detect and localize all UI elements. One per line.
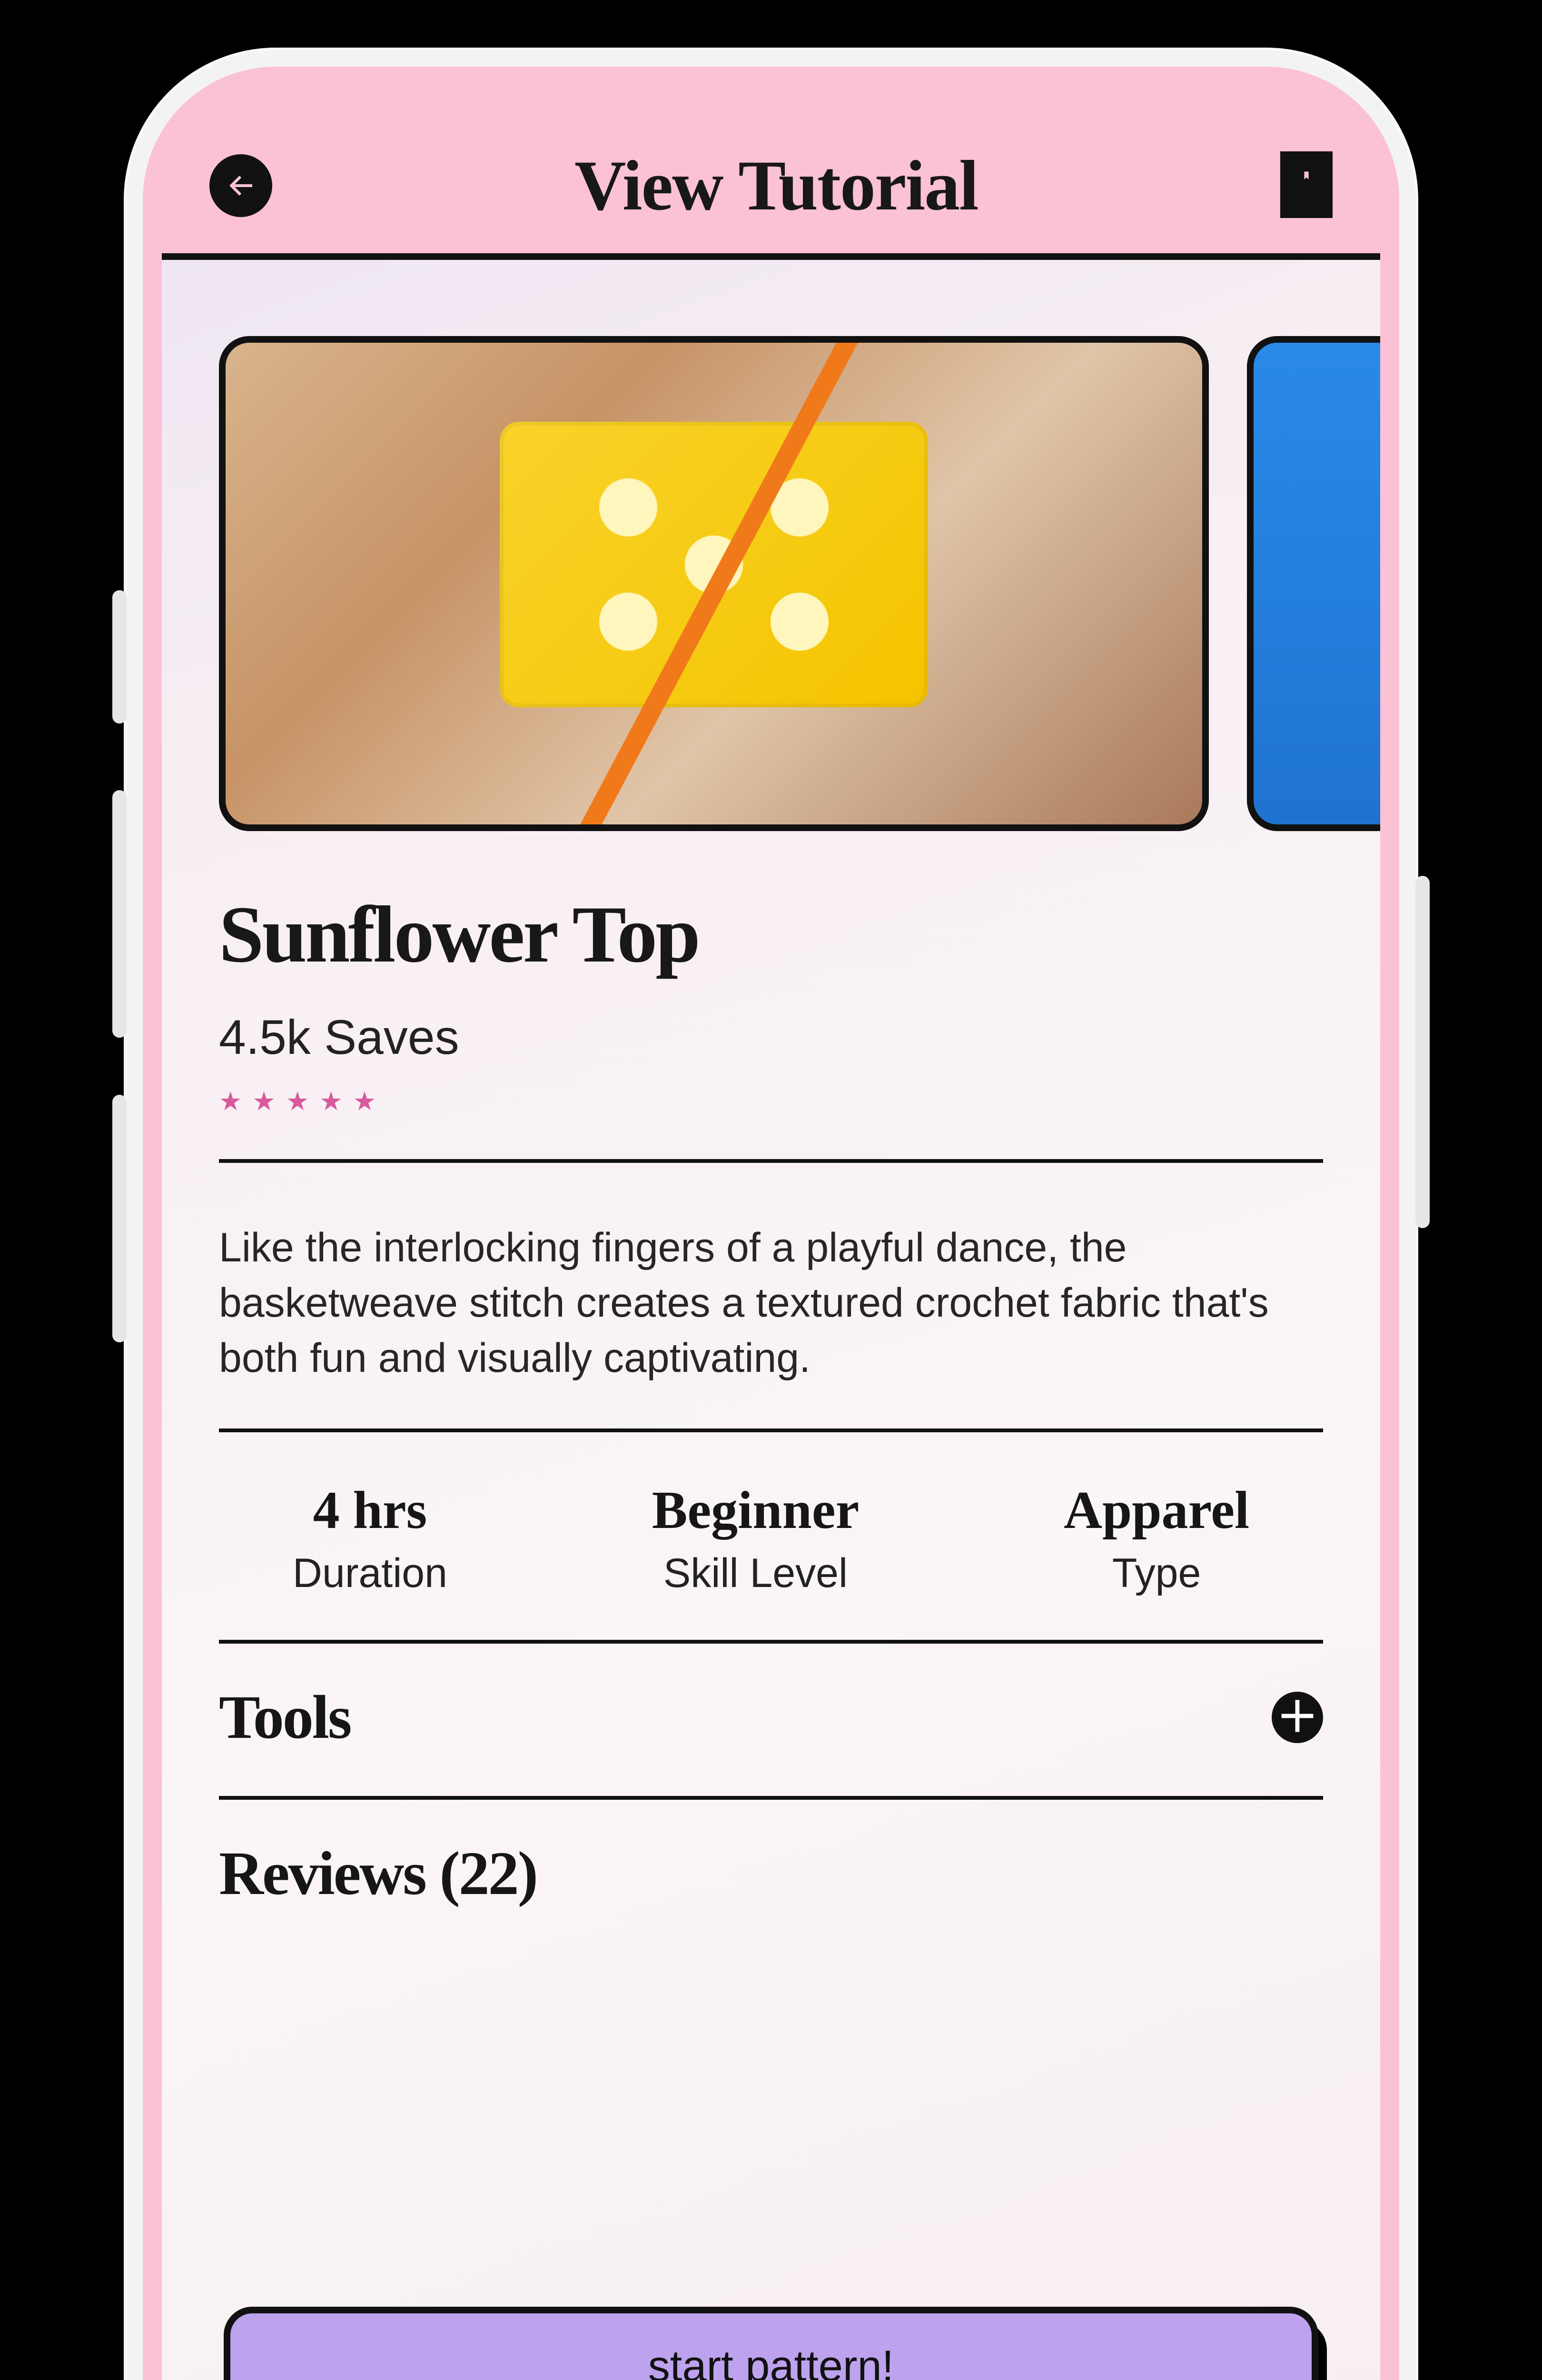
cta-container: start pattern!	[224, 2307, 1318, 2380]
type-label: Type	[1064, 1550, 1249, 1597]
reviews-heading: Reviews (22)	[219, 1838, 537, 1909]
duration-value: 4 hrs	[293, 1480, 447, 1541]
divider	[219, 1796, 1323, 1800]
phone-side-button	[112, 590, 127, 724]
content-area[interactable]: Sunflower Top 4.5k Saves ★★★★★ Like the …	[162, 260, 1380, 2380]
star-icon: ★	[286, 1087, 319, 1116]
divider	[219, 1159, 1323, 1163]
cta-label: start pattern!	[648, 2341, 894, 2380]
header-divider	[162, 253, 1380, 260]
star-icon: ★	[353, 1087, 386, 1116]
meta-duration: 4 hrs Duration	[293, 1480, 447, 1597]
tools-heading: Tools	[219, 1682, 350, 1753]
saves-count: 4.5k Saves	[162, 981, 1380, 1065]
tutorial-image-2[interactable]	[1247, 336, 1380, 831]
type-value: Apparel	[1064, 1480, 1249, 1541]
phone-volume-down	[112, 1095, 127, 1342]
arrow-left-icon	[224, 169, 258, 203]
skill-label: Skill Level	[652, 1550, 860, 1597]
skill-value: Beginner	[652, 1480, 860, 1541]
tutorial-description: Like the interlocking fingers of a playf…	[162, 1163, 1380, 1386]
tutorial-title: Sunflower Top	[219, 888, 1323, 981]
tools-section-header[interactable]: Tools ＋	[162, 1644, 1380, 1753]
tutorial-image-1[interactable]	[219, 336, 1209, 831]
screen: View Tutorial Sunfl	[143, 67, 1399, 2380]
back-button[interactable]	[209, 154, 272, 217]
divider	[219, 1640, 1323, 1644]
image-carousel[interactable]	[162, 260, 1380, 831]
app-header: View Tutorial	[143, 67, 1399, 248]
divider	[219, 1428, 1323, 1432]
start-pattern-button[interactable]: start pattern!	[224, 2307, 1318, 2380]
page-title: View Tutorial	[574, 145, 978, 227]
meta-row: 4 hrs Duration Beginner Skill Level Appa…	[162, 1432, 1380, 1597]
meta-skill: Beginner Skill Level	[652, 1480, 860, 1597]
plus-icon: ＋	[1276, 1696, 1318, 1738]
phone-frame: View Tutorial Sunfl	[124, 48, 1418, 2380]
crochet-top-graphic	[500, 422, 928, 707]
meta-type: Apparel Type	[1064, 1480, 1249, 1597]
duration-label: Duration	[293, 1550, 447, 1597]
expand-tools-button[interactable]: ＋	[1272, 1692, 1323, 1743]
phone-volume-up	[112, 790, 127, 1038]
bookmark-icon	[1280, 151, 1333, 218]
rating-stars: ★★★★★	[162, 1065, 1380, 1116]
star-icon: ★	[252, 1087, 286, 1116]
star-icon: ★	[319, 1087, 353, 1116]
reviews-section-header[interactable]: Reviews (22)	[162, 1800, 1380, 1909]
bookmark-button[interactable]	[1280, 151, 1333, 220]
phone-power-button	[1415, 876, 1430, 1228]
star-icon: ★	[219, 1087, 252, 1116]
